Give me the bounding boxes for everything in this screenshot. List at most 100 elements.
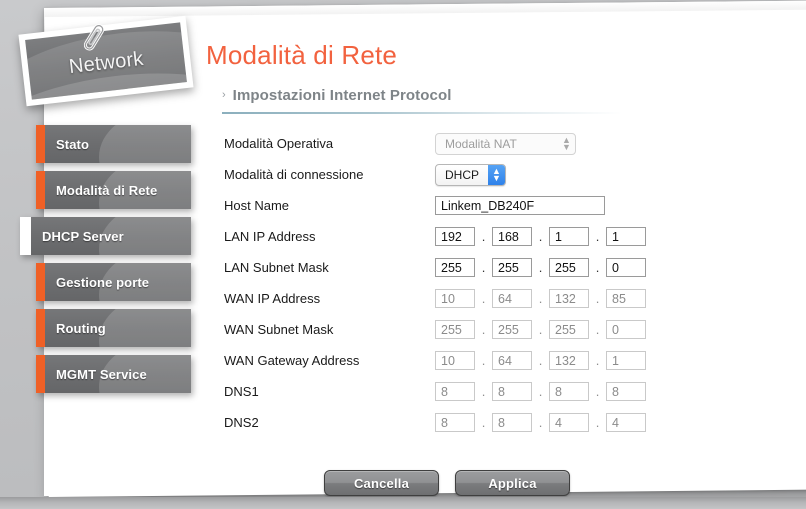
sidebar: Network Stato Modalità di Rete DHCP Serv… — [0, 0, 215, 509]
nav-accent-bar — [36, 171, 45, 209]
form-row-host-name: Host Name — [224, 190, 766, 221]
lan-ip-octet-2[interactable] — [492, 227, 532, 246]
form-row-dns2: DNS2 . . . — [224, 407, 766, 438]
sidebar-item-label: DHCP Server — [42, 228, 124, 244]
octet-separator: . — [481, 353, 486, 368]
nav-accent-bar — [36, 263, 45, 301]
sidebar-item-mgmt-service[interactable]: MGMT Service — [36, 355, 191, 393]
octet-separator: . — [481, 260, 486, 275]
lan-mask-octet-1[interactable] — [435, 258, 475, 277]
ip-settings-form: Modalità Operativa Modalità NAT ▲ ▼ Modal… — [206, 128, 766, 496]
wan-ip-octet-1 — [435, 289, 475, 308]
octet-separator: . — [538, 322, 543, 337]
sidebar-item-dhcp-server[interactable]: DHCP Server — [20, 217, 191, 255]
lan-mask-octet-4[interactable] — [606, 258, 646, 277]
app-root: Network Stato Modalità di Rete DHCP Serv… — [0, 0, 806, 509]
field-control: . . . — [435, 289, 646, 308]
lan-ip-octet-1[interactable] — [435, 227, 475, 246]
nav-swoosh — [99, 309, 191, 347]
form-actions: Cancella Applica — [224, 470, 652, 496]
octet-separator: . — [481, 291, 486, 306]
octet-separator: . — [595, 415, 600, 430]
octet-separator: . — [595, 322, 600, 337]
field-label: LAN IP Address — [224, 229, 316, 244]
sidebar-item-stato[interactable]: Stato — [36, 125, 191, 163]
lan-mask-octet-2[interactable] — [492, 258, 532, 277]
dns2-octet-2 — [492, 413, 532, 432]
host-name-input[interactable] — [435, 196, 605, 215]
page-title: Modalità di Rete — [206, 40, 398, 70]
field-label: WAN IP Address — [224, 291, 321, 306]
field-label: LAN Subnet Mask — [224, 260, 329, 275]
sidebar-item-modalita-di-rete[interactable]: Modalità di Rete — [36, 171, 191, 209]
form-row-operating-mode: Modalità Operativa Modalità NAT ▲ ▼ — [224, 128, 766, 159]
octet-separator: . — [538, 229, 543, 244]
form-row-lan-ip: LAN IP Address . . . — [224, 221, 766, 252]
stepper-arrows-icon[interactable]: ▲ ▼ — [488, 164, 506, 185]
operating-mode-select: Modalità NAT ▲ ▼ — [435, 132, 576, 155]
nav-accent-bar — [36, 355, 45, 393]
stepper-arrows-icon: ▲ ▼ — [562, 134, 571, 152]
nav-body: MGMT Service — [45, 355, 191, 393]
field-label: Modalità di connessione — [224, 167, 364, 182]
nav-accent-bar — [36, 309, 45, 347]
field-label: WAN Subnet Mask — [224, 322, 334, 337]
octet-separator: . — [538, 260, 543, 275]
sidebar-item-label: Modalità di Rete — [56, 182, 158, 198]
sidebar-item-routing[interactable]: Routing — [36, 309, 191, 347]
dns1-octet-1 — [435, 382, 475, 401]
lan-ip-octet-4[interactable] — [606, 227, 646, 246]
octet-separator: . — [538, 415, 543, 430]
lan-ip-octet-3[interactable] — [549, 227, 589, 246]
octet-separator: . — [595, 229, 600, 244]
octet-separator: . — [595, 384, 600, 399]
dns1-octet-3 — [549, 382, 589, 401]
sidebar-item-gestione-porte[interactable]: Gestione porte — [36, 263, 191, 301]
wan-mask-octet-2 — [492, 320, 532, 339]
field-control: . . . — [435, 258, 646, 277]
connection-mode-value: DHCP — [445, 167, 480, 182]
field-control: . . . — [435, 351, 646, 370]
wan-mask-octet-1 — [435, 320, 475, 339]
octet-separator: . — [538, 353, 543, 368]
dns2-octet-1 — [435, 413, 475, 432]
nav-accent-bar-active — [20, 217, 31, 255]
nav-body: Modalità di Rete — [45, 171, 191, 209]
field-control: . . . — [435, 413, 646, 432]
wan-mask-octet-4 — [606, 320, 646, 339]
nav-body: Stato — [45, 125, 191, 163]
lan-mask-octet-3[interactable] — [549, 258, 589, 277]
sidebar-nav: Stato Modalità di Rete DHCP Server Gesti… — [0, 125, 215, 401]
field-control: . . . — [435, 320, 646, 339]
field-label: DNS1 — [224, 384, 259, 399]
connection-mode-select[interactable]: DHCP ▲ ▼ — [435, 163, 507, 186]
form-row-connection-mode: Modalità di connessione DHCP ▲ ▼ — [224, 159, 766, 190]
section-divider — [222, 112, 622, 114]
nav-accent-bar — [36, 125, 45, 163]
apply-button[interactable]: Applica — [455, 470, 570, 496]
octet-separator: . — [481, 415, 486, 430]
octet-separator: . — [481, 322, 486, 337]
octet-separator: . — [595, 260, 600, 275]
section-header: › Impostazioni Internet Protocol — [206, 87, 766, 104]
field-label: WAN Gateway Address — [224, 353, 360, 368]
form-row-dns1: DNS1 . . . — [224, 376, 766, 407]
wan-mask-octet-3 — [549, 320, 589, 339]
nav-body: Gestione porte — [45, 263, 191, 301]
wan-ip-octet-2 — [492, 289, 532, 308]
octet-separator: . — [595, 353, 600, 368]
octet-separator: . — [595, 291, 600, 306]
wan-gw-octet-1 — [435, 351, 475, 370]
form-row-lan-subnet-mask: LAN Subnet Mask . . . — [224, 252, 766, 283]
octet-separator: . — [481, 384, 486, 399]
form-row-wan-subnet-mask: WAN Subnet Mask . . . — [224, 314, 766, 345]
cancel-button[interactable]: Cancella — [324, 470, 439, 496]
dns2-octet-4 — [606, 413, 646, 432]
form-row-wan-ip: WAN IP Address . . . — [224, 283, 766, 314]
field-label: Host Name — [224, 198, 290, 213]
field-control: . . . — [435, 382, 646, 401]
field-label: Modalità Operativa — [224, 136, 334, 151]
sidebar-item-label: MGMT Service — [56, 366, 147, 382]
field-control: Modalità NAT ▲ ▼ — [435, 132, 576, 155]
main-content: Modalità di Rete › Impostazioni Internet… — [206, 40, 766, 496]
